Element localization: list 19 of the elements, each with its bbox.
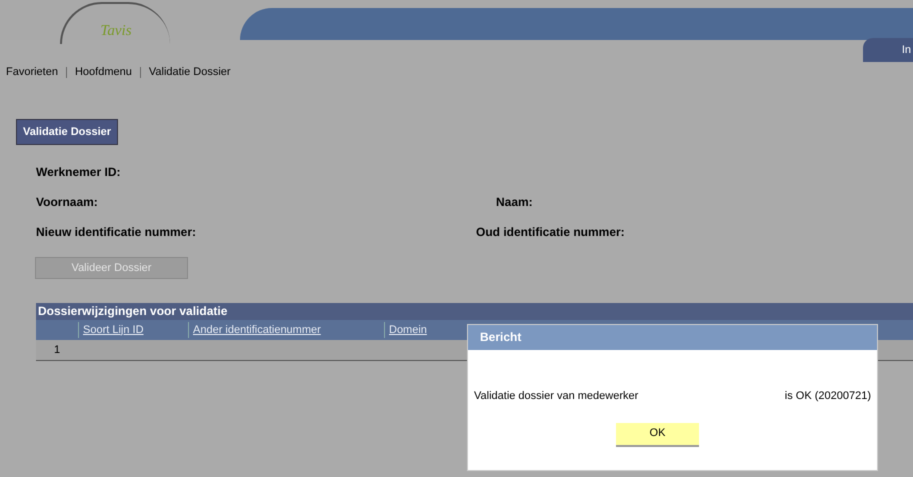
- breadcrumb-link[interactable]: Hoofdmenu: [74, 64, 132, 80]
- field-label: Werknemer ID:: [36, 164, 122, 179]
- field-label: Oud identificatie nummer:: [476, 224, 625, 239]
- logo: Tavis: [60, 2, 170, 44]
- field-label: Nieuw identificatie nummer:: [36, 224, 198, 239]
- breadcrumb-link[interactable]: Validatie Dossier: [148, 64, 231, 80]
- field-label: Naam:: [495, 194, 533, 209]
- dialog-message-end: is OK (20200721): [784, 389, 871, 404]
- field-label: Voornaam:: [36, 194, 99, 209]
- row-number: 1: [52, 342, 62, 358]
- grid-title: Dossierwijzigingen voor validatie: [37, 303, 228, 320]
- column-header[interactable]: Soort Lijn ID: [78, 322, 188, 338]
- breadcrumb-link[interactable]: Favorieten: [6, 64, 58, 80]
- dialog-message: Validatie dossier van medewerker: [474, 389, 638, 404]
- page-tab[interactable]: Validatie Dossier: [16, 118, 118, 145]
- dialog-title: Bericht: [468, 325, 877, 350]
- ok-button[interactable]: OK: [616, 422, 699, 446]
- column-header[interactable]: Ander identificatienummer: [188, 322, 384, 338]
- corner-tab[interactable]: In: [863, 38, 913, 62]
